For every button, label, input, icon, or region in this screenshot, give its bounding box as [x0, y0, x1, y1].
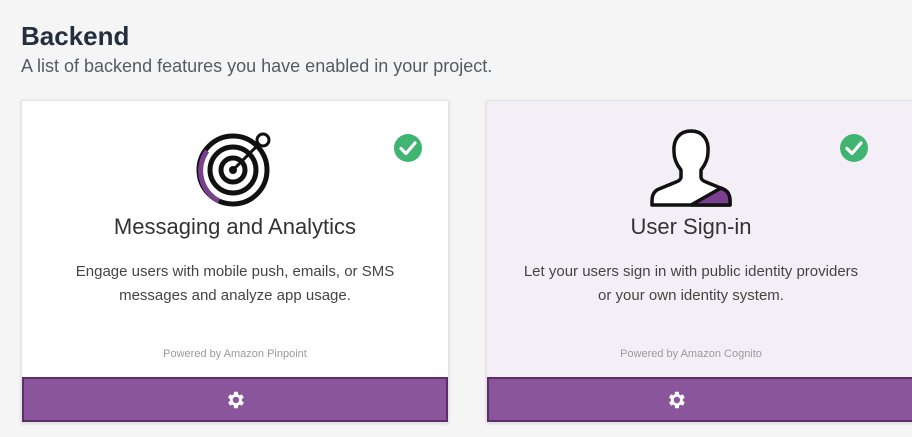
user-silhouette-icon [650, 129, 732, 207]
card-description-line: or your own identity system. [598, 287, 784, 304]
section-subtitle: A list of backend features you have enab… [21, 56, 493, 76]
card-description-line: Let your users sign in with public ident… [523, 263, 859, 280]
target-icon [196, 132, 271, 207]
card-description: Engage users with mobile push, emails, o… [32, 260, 438, 308]
card-description: Let your users sign in with public ident… [487, 260, 895, 308]
settings-button[interactable] [22, 377, 448, 422]
powered-by-label: Powered by Amazon Cognito [620, 348, 762, 360]
feature-card-user-sign-in: User Sign-in Let your users sign in with… [486, 100, 912, 423]
section-header: Backend A list of backend features you h… [21, 20, 492, 78]
card-description-line: messages and analyze app usage. [119, 287, 351, 304]
card-title: Messaging and Analytics [113, 214, 357, 239]
enabled-check-icon [394, 134, 422, 162]
gear-icon [669, 391, 685, 408]
section-title: Backend [21, 21, 130, 51]
settings-button[interactable] [487, 377, 912, 422]
backend-page: Backend A list of backend features you h… [0, 0, 912, 437]
powered-by-label: Powered by Amazon Pinpoint [163, 348, 307, 360]
card-description-line: Engage users with mobile push, emails, o… [75, 263, 395, 280]
card-title: User Sign-in [630, 214, 752, 239]
feature-card-messaging-analytics: Messaging and Analytics Engage users wit… [21, 100, 449, 423]
enabled-check-icon [840, 134, 868, 162]
gear-icon [228, 391, 244, 408]
